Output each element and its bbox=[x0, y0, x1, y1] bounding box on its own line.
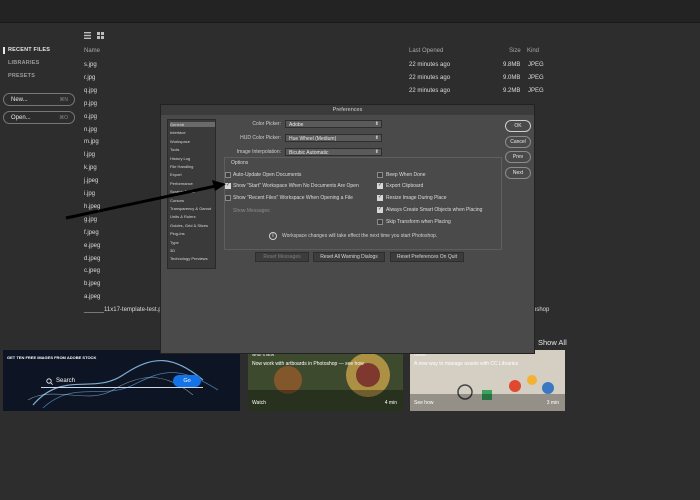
annotation-arrow-icon bbox=[65, 180, 226, 220]
